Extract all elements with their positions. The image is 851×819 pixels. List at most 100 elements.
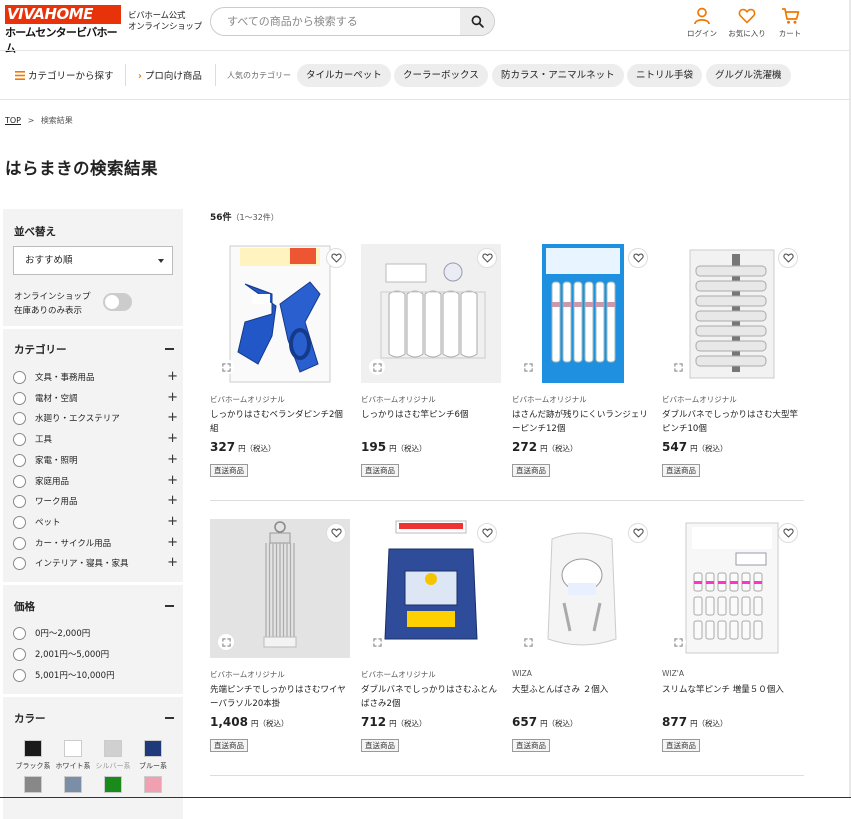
sort-select[interactable]: おすすめ順 bbox=[13, 246, 173, 275]
search-input[interactable] bbox=[211, 8, 461, 35]
zoom-button[interactable] bbox=[520, 634, 536, 650]
product-image[interactable] bbox=[512, 244, 652, 383]
color-swatch-black[interactable] bbox=[24, 740, 42, 757]
product-image[interactable] bbox=[361, 519, 501, 658]
radio-button[interactable] bbox=[13, 392, 26, 405]
category-filter-item[interactable]: カー・サイクル用品 + bbox=[13, 535, 178, 552]
category-heading[interactable]: カテゴリー bbox=[14, 342, 67, 357]
category-filter-item[interactable]: 家電・照明 + bbox=[13, 452, 178, 469]
color-swatch-blue[interactable] bbox=[144, 740, 162, 757]
radio-button[interactable] bbox=[13, 537, 26, 550]
breadcrumb-top-link[interactable]: TOP bbox=[5, 116, 21, 125]
product-name[interactable]: スリムな竿ピンチ 増量５０個入 bbox=[662, 683, 802, 697]
product-card[interactable]: ビバホームオリジナル はさんだ跡が残りにくいランジェリーピンチ12個 272 円（… bbox=[512, 244, 652, 484]
expand-plus-icon[interactable]: + bbox=[167, 431, 178, 447]
expand-plus-icon[interactable]: + bbox=[167, 390, 178, 406]
zoom-button[interactable] bbox=[369, 634, 385, 650]
radio-button[interactable] bbox=[13, 516, 26, 529]
category-filter-item[interactable]: ペット + bbox=[13, 514, 178, 531]
favorite-button[interactable] bbox=[628, 523, 648, 543]
product-card[interactable]: ビバホームオリジナル ダブルバネでしっかりはさむふとんばさみ2個 712 円（税込… bbox=[361, 519, 501, 759]
radio-button[interactable] bbox=[13, 648, 26, 661]
product-name[interactable]: はさんだ跡が残りにくいランジェリーピンチ12個 bbox=[512, 408, 652, 436]
radio-button[interactable] bbox=[13, 454, 26, 467]
collapse-minus-icon[interactable] bbox=[165, 348, 174, 350]
radio-button[interactable] bbox=[13, 557, 26, 570]
radio-button[interactable] bbox=[13, 475, 26, 488]
chip-cooler-box[interactable]: クーラーボックス bbox=[394, 64, 488, 87]
favorites-button[interactable]: お気に入り bbox=[725, 7, 769, 39]
zoom-button[interactable] bbox=[670, 359, 686, 375]
product-name[interactable]: しっかりはさむベランダピンチ2個組 bbox=[210, 408, 350, 436]
chip-crow-net[interactable]: 防カラス・アニマルネット bbox=[492, 64, 624, 87]
category-filter-item[interactable]: 工具 + bbox=[13, 431, 178, 448]
favorite-button[interactable] bbox=[778, 523, 798, 543]
collapse-minus-icon[interactable] bbox=[165, 717, 174, 719]
zoom-button[interactable] bbox=[218, 359, 234, 375]
radio-button[interactable] bbox=[13, 371, 26, 384]
product-card[interactable]: ビバホームオリジナル しっかりはさむベランダピンチ2個組 327 円（税込） 直送… bbox=[210, 244, 350, 484]
color-swatch-pink[interactable] bbox=[144, 776, 162, 793]
product-name[interactable]: ダブルバネでしっかりはさむ大型竿ピンチ10個 bbox=[662, 408, 802, 436]
radio-button[interactable] bbox=[13, 495, 26, 508]
category-filter-item[interactable]: ワーク用品 + bbox=[13, 493, 178, 510]
product-image[interactable] bbox=[662, 244, 802, 383]
collapse-minus-icon[interactable] bbox=[165, 605, 174, 607]
zoom-button[interactable] bbox=[670, 634, 686, 650]
search-button[interactable] bbox=[460, 8, 494, 35]
in-stock-toggle[interactable] bbox=[103, 293, 132, 311]
cart-button[interactable]: カート bbox=[768, 7, 812, 39]
price-filter-item[interactable]: 2,001円〜5,000円 bbox=[13, 647, 178, 663]
color-swatch-gray[interactable] bbox=[24, 776, 42, 793]
chip-tile-carpet[interactable]: タイルカーペット bbox=[297, 64, 391, 87]
product-card[interactable]: WIZ'A スリムな竿ピンチ 増量５０個入 877 円（税込） 直送商品 bbox=[662, 519, 802, 759]
zoom-button[interactable] bbox=[520, 359, 536, 375]
expand-plus-icon[interactable]: + bbox=[167, 535, 178, 551]
color-swatch-slate[interactable] bbox=[64, 776, 82, 793]
zoom-button[interactable] bbox=[218, 634, 234, 650]
price-filter-item[interactable]: 0円〜2,000円 bbox=[13, 626, 178, 642]
product-image[interactable] bbox=[210, 244, 350, 383]
expand-plus-icon[interactable]: + bbox=[167, 493, 178, 509]
login-button[interactable]: ログイン bbox=[680, 7, 724, 39]
color-swatch-silver[interactable] bbox=[104, 740, 122, 757]
product-image[interactable] bbox=[512, 519, 652, 658]
favorite-button[interactable] bbox=[477, 248, 497, 268]
product-card[interactable]: ビバホームオリジナル しっかりはさむ竿ピンチ6個 195 円（税込） 直送商品 bbox=[361, 244, 501, 484]
radio-button[interactable] bbox=[13, 669, 26, 682]
product-card[interactable]: ビバホームオリジナル ダブルバネでしっかりはさむ大型竿ピンチ10個 547 円（税… bbox=[662, 244, 802, 484]
category-filter-item[interactable]: 家庭用品 + bbox=[13, 473, 178, 490]
pro-products-link[interactable]: › プロ向け商品 bbox=[138, 68, 202, 82]
category-filter-item[interactable]: インテリア・寝具・家具 + bbox=[13, 555, 178, 572]
category-filter-item[interactable]: 水廻り・エクステリア + bbox=[13, 410, 178, 427]
expand-plus-icon[interactable]: + bbox=[167, 410, 178, 426]
chip-nitrile-gloves[interactable]: ニトリル手袋 bbox=[627, 64, 703, 87]
product-name[interactable]: ダブルバネでしっかりはさむふとんばさみ2個 bbox=[361, 683, 501, 711]
radio-button[interactable] bbox=[13, 433, 26, 446]
product-name[interactable]: 先端ピンチでしっかりはさむワイヤーパラソル20本掛 bbox=[210, 683, 350, 711]
favorite-button[interactable] bbox=[778, 248, 798, 268]
chip-washing-machine[interactable]: グルグル洗濯機 bbox=[706, 64, 791, 87]
color-swatch-white[interactable] bbox=[64, 740, 82, 757]
radio-button[interactable] bbox=[13, 412, 26, 425]
price-filter-item[interactable]: 5,001円〜10,000円 bbox=[13, 668, 178, 684]
expand-plus-icon[interactable]: + bbox=[167, 514, 178, 530]
price-heading[interactable]: 価格 bbox=[14, 599, 35, 614]
zoom-button[interactable] bbox=[369, 359, 385, 375]
product-card[interactable]: ビバホームオリジナル 先端ピンチでしっかりはさむワイヤーパラソル20本掛 1,4… bbox=[210, 519, 350, 759]
expand-plus-icon[interactable]: + bbox=[167, 369, 178, 385]
product-image[interactable] bbox=[361, 244, 501, 383]
product-image[interactable] bbox=[210, 519, 350, 658]
product-name[interactable]: しっかりはさむ竿ピンチ6個 bbox=[361, 408, 501, 422]
category-filter-item[interactable]: 電材・空調 + bbox=[13, 390, 178, 407]
product-card[interactable]: WIZA 大型ふとんばさみ ２個入 657 円（税込） 直送商品 bbox=[512, 519, 652, 759]
product-image[interactable] bbox=[662, 519, 802, 658]
category-browse-link[interactable]: カテゴリーから探す bbox=[15, 68, 114, 82]
expand-plus-icon[interactable]: + bbox=[167, 473, 178, 489]
favorite-button[interactable] bbox=[628, 248, 648, 268]
color-heading[interactable]: カラー bbox=[14, 711, 46, 726]
radio-button[interactable] bbox=[13, 627, 26, 640]
category-filter-item[interactable]: 文具・事務用品 + bbox=[13, 369, 178, 386]
product-name[interactable]: 大型ふとんばさみ ２個入 bbox=[512, 683, 652, 697]
site-logo[interactable]: VIVAHOME ホームセンタービバホーム bbox=[5, 5, 121, 55]
